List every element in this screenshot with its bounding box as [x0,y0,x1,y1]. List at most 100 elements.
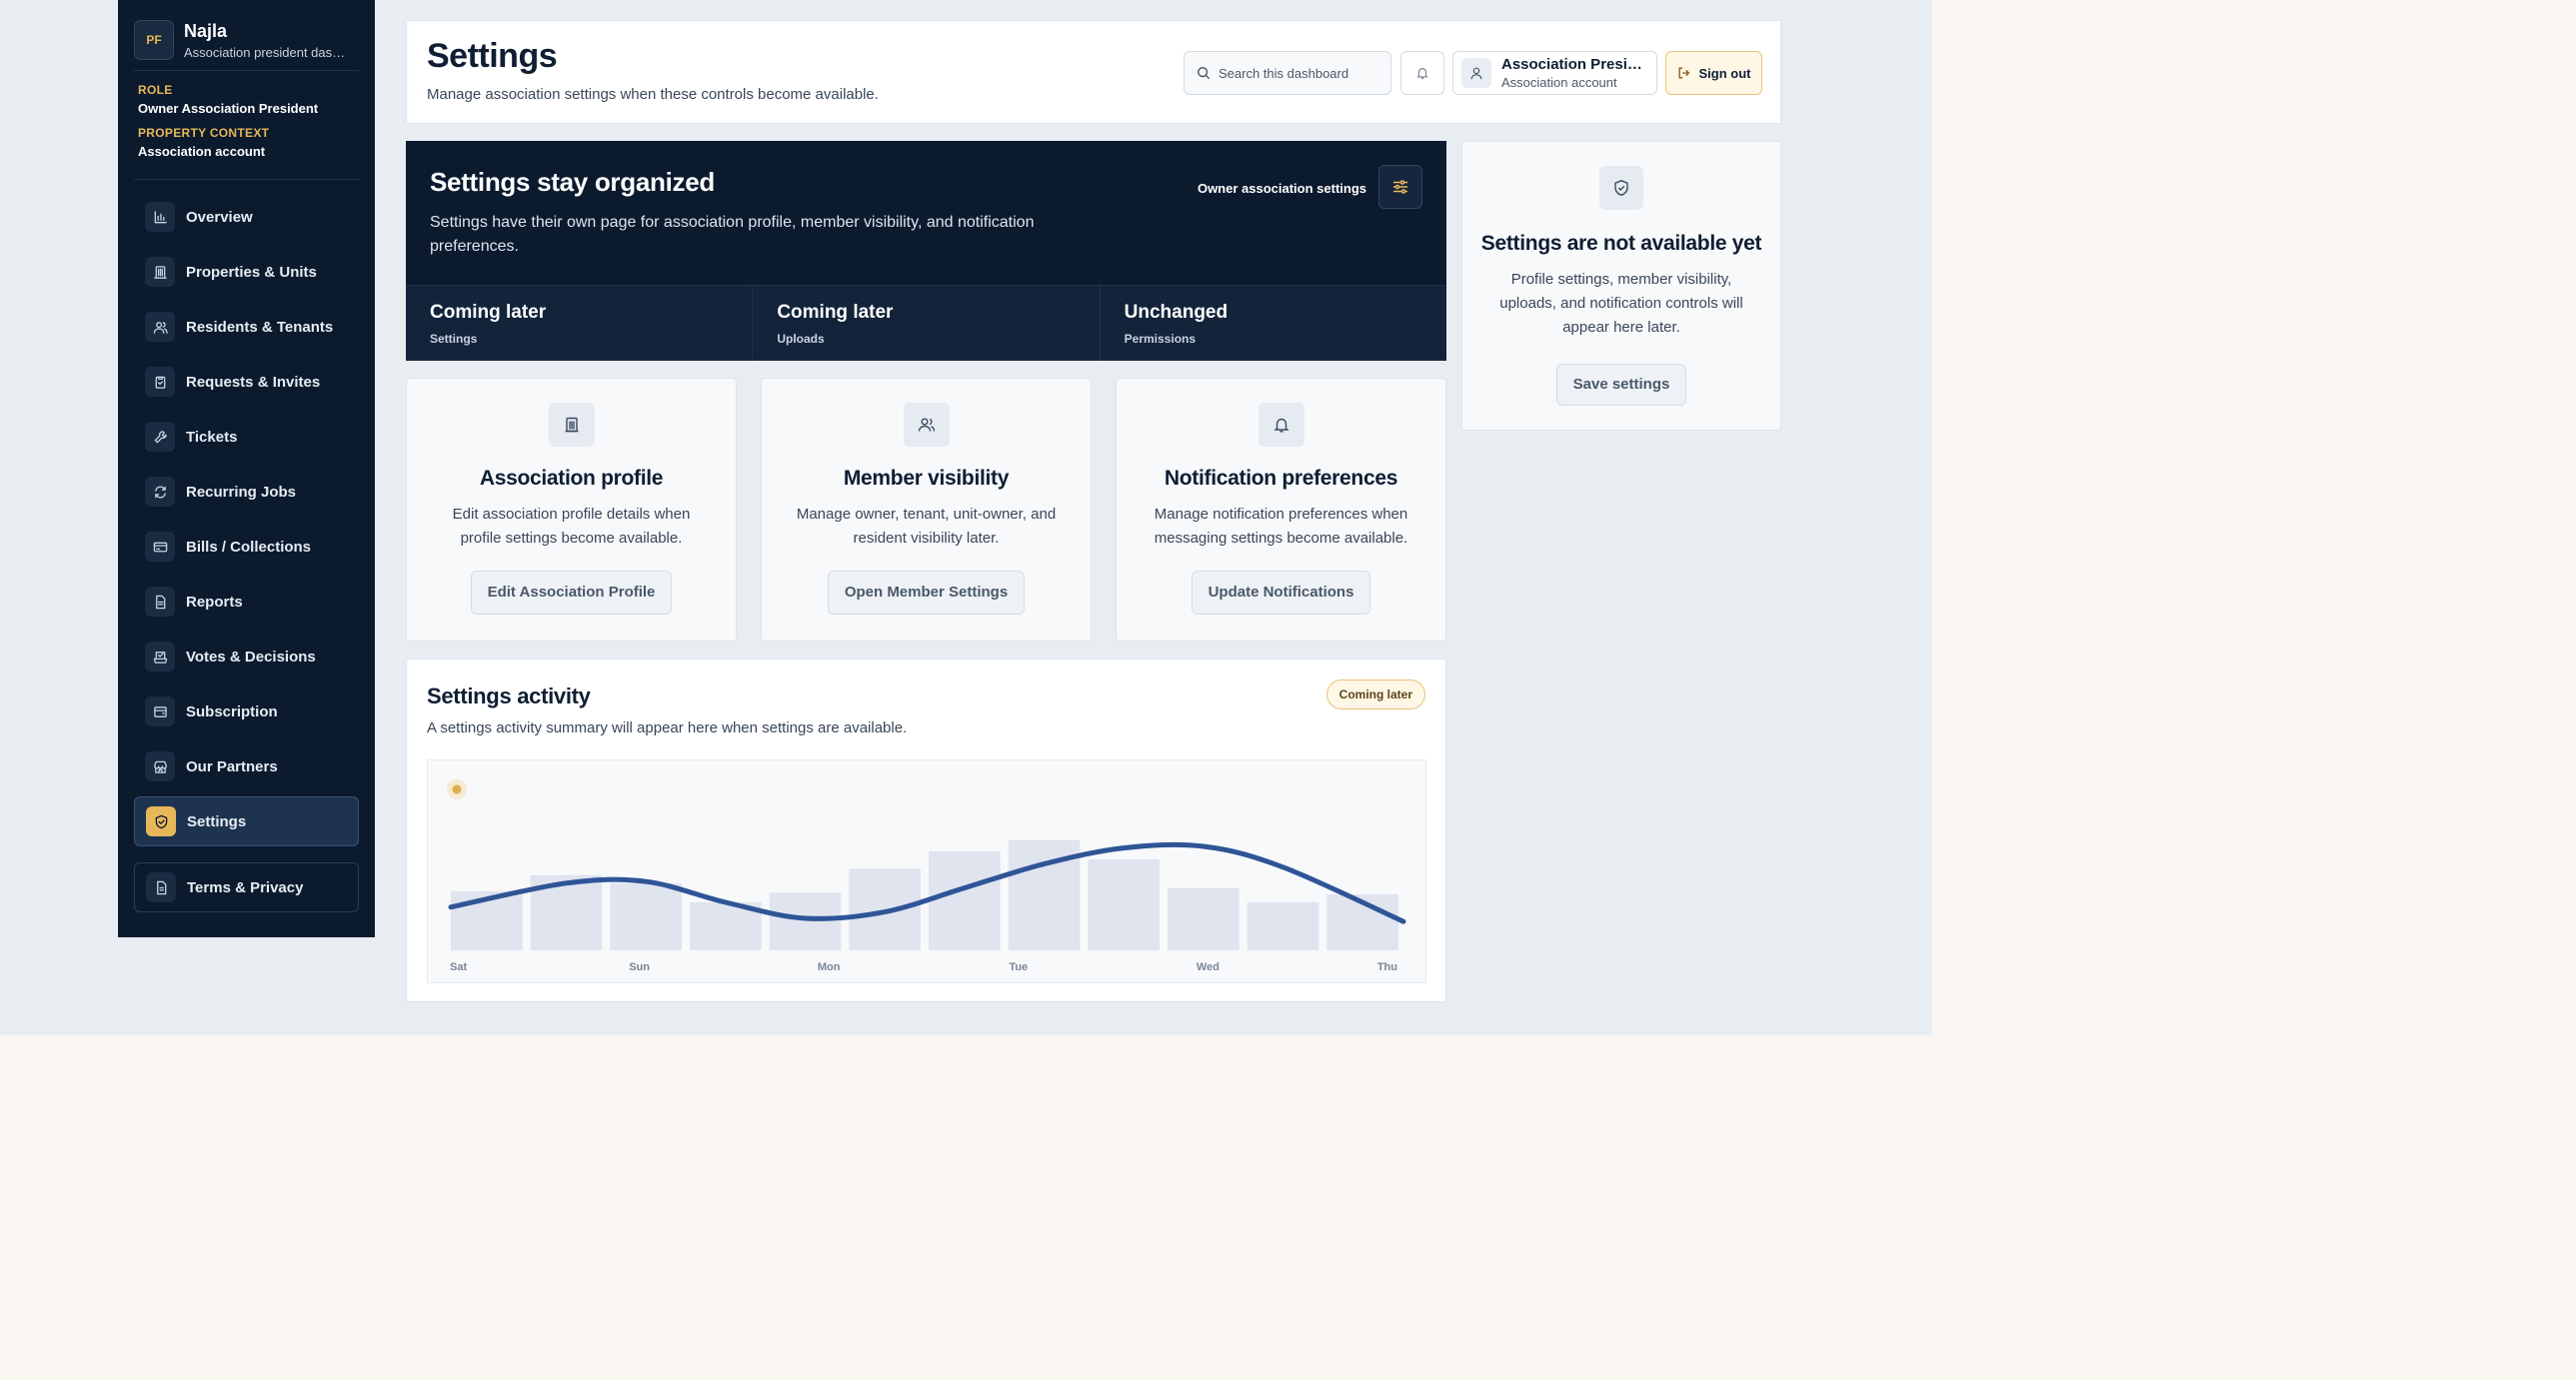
brand-subtitle: Association president dashboard [184,44,349,60]
side-title: Settings are not available yet [1480,232,1762,255]
sidebar-item-settings[interactable]: Settings [134,796,359,846]
stat-settings: Coming later Settings [406,286,754,361]
wrench-icon [145,422,175,452]
users-icon [145,312,175,342]
sidebar-item-label: Votes & Decisions [186,648,316,666]
app: PF Najla Association president dashboard… [0,0,1932,1035]
sidebar-item-residents-tenants[interactable]: Residents & Tenants [134,302,359,352]
search-icon [1198,67,1211,80]
stat-value: Coming later [777,302,894,323]
sidebar-item-label: Our Partners [186,757,278,775]
account-menu[interactable]: Association President Association accoun… [1452,51,1657,95]
sidebar-item-tickets[interactable]: Tickets [134,412,359,462]
sidebar-item-bills-collections[interactable]: Bills / Collections [134,522,359,572]
sidebar-item-subscription[interactable]: Subscription [134,687,359,736]
vote-icon [145,642,175,672]
sign-out-button[interactable]: Sign out [1665,51,1762,95]
sidebar-item-label: Residents & Tenants [186,318,334,336]
sidebar: PF Najla Association president dashboard… [118,0,375,937]
sidebar-nav: Overview Properties & Units Residents & Te… [134,192,359,846]
shield-icon [146,806,176,836]
document-icon [145,587,175,617]
role-label: ROLE [138,83,173,97]
card-icon [145,532,175,562]
sidebar-item-our-partners[interactable]: Our Partners [134,741,359,791]
brand-name: Najla [184,20,228,41]
sidebar-item-votes-decisions[interactable]: Votes & Decisions [134,632,359,682]
update-notifications-button[interactable]: Update Notifications [1191,571,1371,615]
document-icon [146,872,176,902]
side-description: Profile settings, member visibility, upl… [1499,271,1743,336]
save-settings-button[interactable]: Save settings [1555,364,1687,406]
open-member-settings-button[interactable]: Open Member Settings [827,571,1026,615]
building-icon [548,403,595,447]
stat-uploads: Coming later Uploads [753,286,1101,361]
stat-label: Settings [430,332,478,346]
settings-unavailable-panel: Settings are not available yet Profile s… [1461,141,1781,431]
bell-icon [1416,68,1428,79]
sign-out-icon [1678,67,1689,79]
activity-chart: Sat Sun Mon Tue Wed Thu [427,759,1426,983]
sign-out-label: Sign out [1698,65,1751,81]
sidebar-item-label: Reports [186,593,243,611]
sidebar-item-reports[interactable]: Reports [134,577,359,627]
wallet-icon [145,696,175,726]
stat-value: Coming later [430,302,547,323]
card-title: Notification preferences [1164,467,1398,490]
chart-bar [1247,902,1319,950]
sidebar-item-label: Overview [186,208,253,226]
sidebar-item-requests-invites[interactable]: Requests & Invites [134,357,359,407]
coming-later-badge: Coming later [1325,680,1425,709]
chart-bar [929,850,1001,950]
users-icon [903,403,950,447]
chart-bar [1088,858,1160,950]
stat-label: Uploads [777,332,825,346]
card-title: Association profile [479,467,664,490]
search-placeholder: Search this dashboard [1219,65,1349,81]
account-subtitle: Association account [1501,75,1617,90]
building-icon [145,257,175,287]
hero-title: Settings stay organized [430,167,715,197]
hero-banner: Settings stay organized Settings have th… [406,141,1446,361]
edit-association-profile-button[interactable]: Edit Association Profile [470,571,673,615]
context-label: PROPERTY CONTEXT [138,126,270,140]
chart-bar [1168,887,1240,950]
activity-subtitle: A settings activity summary will appear … [427,719,908,736]
sidebar-item-overview[interactable]: Overview [134,192,359,242]
brand-logo: PF [134,20,174,60]
notifications-button[interactable] [1400,51,1444,95]
sidebar-item-label: Requests & Invites [186,373,321,391]
stat-label: Permissions [1124,332,1197,346]
hero-description: Settings have their own page for associa… [430,214,1035,255]
sidebar-item-label: Subscription [186,702,278,720]
chart-x-label: Tue [1009,961,1028,973]
association-profile-card: Association profile Edit association pro… [406,378,737,642]
chart-x-label: Mon [818,961,841,973]
chart-marker [452,784,462,794]
notification-preferences-card: Notification preferences Manage notifica… [1116,378,1446,642]
sidebar-item-properties-units[interactable]: Properties & Units [134,247,359,297]
user-icon [1461,58,1491,88]
chart-x-label: Sun [629,961,650,973]
shield-check-icon [1599,166,1643,210]
chart-x-label: Sat [450,961,467,973]
sidebar-item-label: Recurring Jobs [186,483,297,501]
store-icon [145,751,175,781]
stat-value: Unchanged [1124,302,1229,323]
member-visibility-card: Member visibility Manage owner, tenant, … [761,378,1092,642]
terms-label: Terms & Privacy [187,878,304,896]
account-name: Association President [1501,56,1651,73]
sidebar-item-recurring-jobs[interactable]: Recurring Jobs [134,467,359,517]
settings-activity-panel: Settings activity A settings activity su… [406,659,1446,1002]
terms-privacy-link[interactable]: Terms & Privacy [134,862,359,912]
brand: PF Najla Association president dashboard [134,20,359,71]
sidebar-item-label: Tickets [186,428,238,446]
context-block: ROLE Owner Association President PROPERT… [134,71,359,180]
card-description: Edit association profile details when pr… [452,506,691,547]
chart-bar [610,882,682,950]
search-input[interactable]: Search this dashboard [1184,51,1391,95]
sliders-icon [1378,165,1422,209]
role-value: Owner Association President [138,101,319,116]
sidebar-item-label: Bills / Collections [186,538,312,556]
context-value: Association account [138,144,266,159]
